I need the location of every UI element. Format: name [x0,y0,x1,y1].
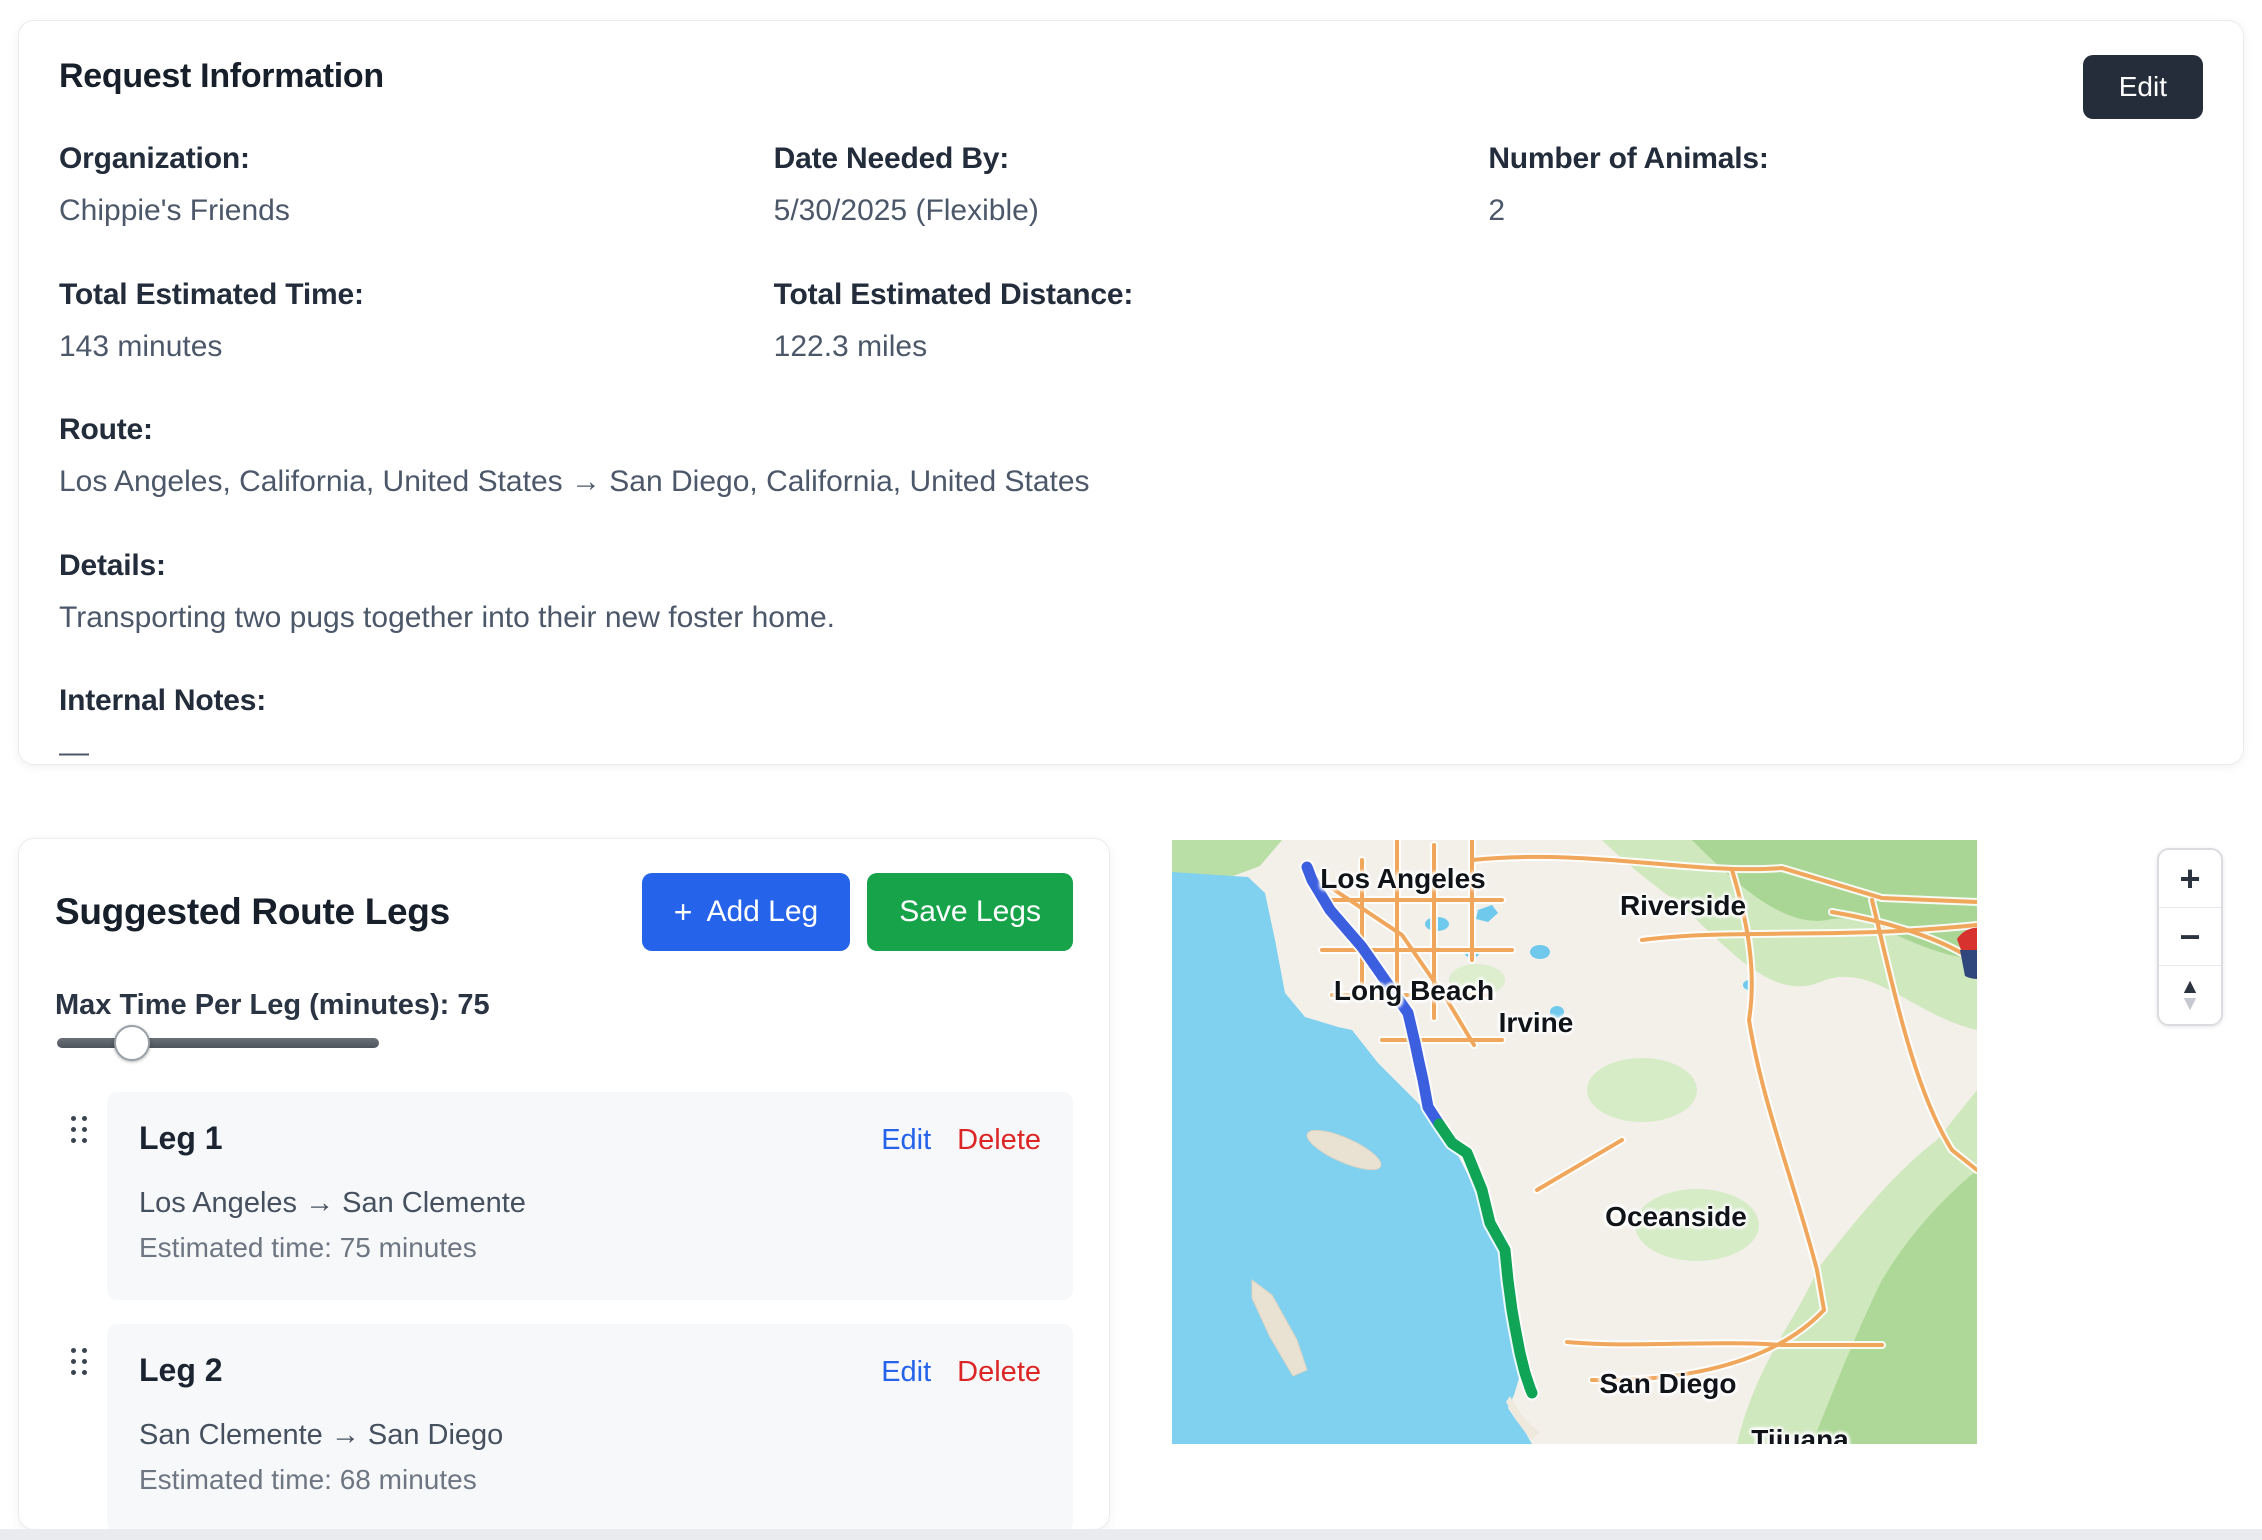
map-label-irvine: Irvine [1499,1007,1574,1039]
save-legs-label: Save Legs [899,895,1041,929]
field-num-animals: Number of Animals: 2 [1488,142,2203,230]
map-label-riverside: Riverside [1620,890,1746,922]
leg-delete-link[interactable]: Delete [957,1356,1041,1389]
max-time-label: Max Time Per Leg (minutes): 75 [55,989,1073,1022]
map-label-los-angeles: Los Angeles [1320,863,1485,895]
details-label: Details: [59,549,2203,583]
add-leg-button[interactable]: + Add Leg [642,873,850,951]
leg-card: Leg 2 Edit Delete San Clemente → San Die… [107,1324,1073,1532]
max-time-section: Max Time Per Leg (minutes): 75 [55,989,1073,1048]
plus-icon: + [2179,858,2200,900]
minus-icon: − [2179,916,2200,958]
map-label-long-beach: Long Beach [1334,975,1494,1007]
add-leg-label: Add Leg [706,895,818,929]
request-information-card: Request Information Edit Organization: C… [18,20,2244,765]
field-total-time: Total Estimated Time: 143 minutes [59,278,774,366]
route-label: Route: [59,413,2203,447]
num-animals-value: 2 [1488,192,2203,230]
leg-estimated-time: Estimated time: 68 minutes [139,1464,1041,1496]
field-organization: Organization: Chippie's Friends [59,142,774,230]
total-distance-label: Total Estimated Distance: [774,278,2203,312]
date-needed-label: Date Needed By: [774,142,1489,176]
total-time-value: 143 minutes [59,328,774,366]
leg-estimated-time: Estimated time: 75 minutes [139,1232,1041,1264]
leg-route: Los Angeles → San Clemente [139,1187,1041,1220]
map-label-tijuana: Tijuana [1751,1424,1849,1444]
drag-handle-icon[interactable] [55,1116,107,1144]
request-fields: Organization: Chippie's Friends Date Nee… [59,142,2203,772]
map-label-oceanside: Oceanside [1605,1201,1747,1233]
edit-request-button[interactable]: Edit [2083,55,2203,119]
internal-notes-label: Internal Notes: [59,684,2203,718]
field-route: Route: Los Angeles, California, United S… [59,413,2203,501]
page-bottom-strip [0,1529,2262,1540]
triangle-down-icon: ▼ [2180,996,2201,1012]
map-zoom-controls: + − ▲ ▼ [2157,848,2223,1026]
details-value: Transporting two pugs together into thei… [59,599,2203,637]
leg-card: Leg 1 Edit Delete Los Angeles → San Clem… [107,1092,1073,1300]
leg-name: Leg 2 [139,1352,223,1389]
legs-header: Suggested Route Legs + Add Leg Save Legs [55,873,1073,951]
leg-edit-link[interactable]: Edit [881,1356,931,1389]
leg-name: Leg 1 [139,1120,223,1157]
internal-notes-value: — [59,734,2203,772]
save-legs-button[interactable]: Save Legs [867,873,1073,951]
field-details: Details: Transporting two pugs together … [59,549,2203,637]
field-date-needed: Date Needed By: 5/30/2025 (Flexible) [774,142,1489,230]
drag-handle-icon[interactable] [55,1348,107,1376]
legs-title: Suggested Route Legs [55,891,450,933]
zoom-out-button[interactable]: − [2159,908,2221,966]
leg-delete-link[interactable]: Delete [957,1124,1041,1157]
organization-value: Chippie's Friends [59,192,774,230]
date-needed-value: 5/30/2025 (Flexible) [774,192,1489,230]
max-time-slider[interactable] [57,1038,379,1048]
plus-icon: + [674,896,693,928]
field-internal-notes: Internal Notes: — [59,684,2203,772]
leg-row-2: Leg 2 Edit Delete San Clemente → San Die… [55,1324,1073,1532]
pitch-reset-button[interactable]: ▲ ▼ [2159,966,2221,1024]
legs-list: Leg 1 Edit Delete Los Angeles → San Clem… [55,1092,1073,1532]
zoom-in-button[interactable]: + [2159,850,2221,908]
total-distance-value: 122.3 miles [774,328,2203,366]
map-canvas [1172,840,1977,1444]
leg-edit-link[interactable]: Edit [881,1124,931,1157]
suggested-route-legs-card: Suggested Route Legs + Add Leg Save Legs… [18,838,1110,1530]
request-info-title: Request Information [59,57,2203,96]
leg-row-1: Leg 1 Edit Delete Los Angeles → San Clem… [55,1092,1073,1300]
num-animals-label: Number of Animals: [1488,142,2203,176]
leg-route: San Clemente → San Diego [139,1419,1041,1452]
total-time-label: Total Estimated Time: [59,278,774,312]
route-value: Los Angeles, California, United States →… [59,463,2203,501]
field-total-distance: Total Estimated Distance: 122.3 miles [774,278,2203,366]
organization-label: Organization: [59,142,774,176]
route-map[interactable]: Los Angeles Riverside Long Beach Irvine … [1172,840,1977,1444]
map-label-san-diego: San Diego [1600,1368,1737,1400]
